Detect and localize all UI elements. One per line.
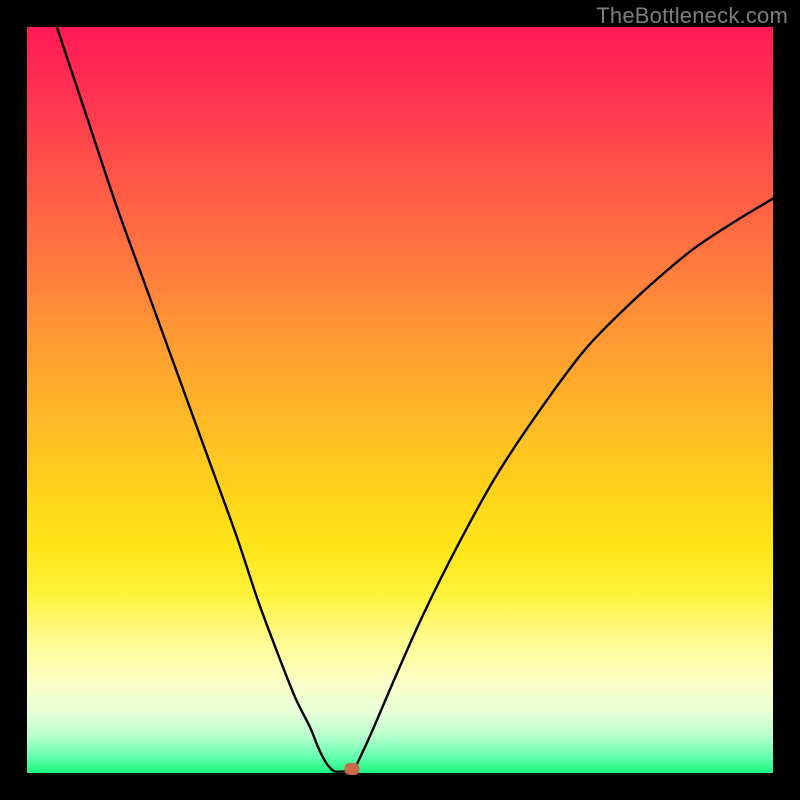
plot-area (27, 27, 773, 773)
bottleneck-curve (27, 27, 773, 773)
minimum-marker (344, 763, 359, 775)
watermark-text: TheBottleneck.com (596, 3, 788, 29)
chart-frame: TheBottleneck.com (0, 0, 800, 800)
curve-path (57, 27, 773, 773)
